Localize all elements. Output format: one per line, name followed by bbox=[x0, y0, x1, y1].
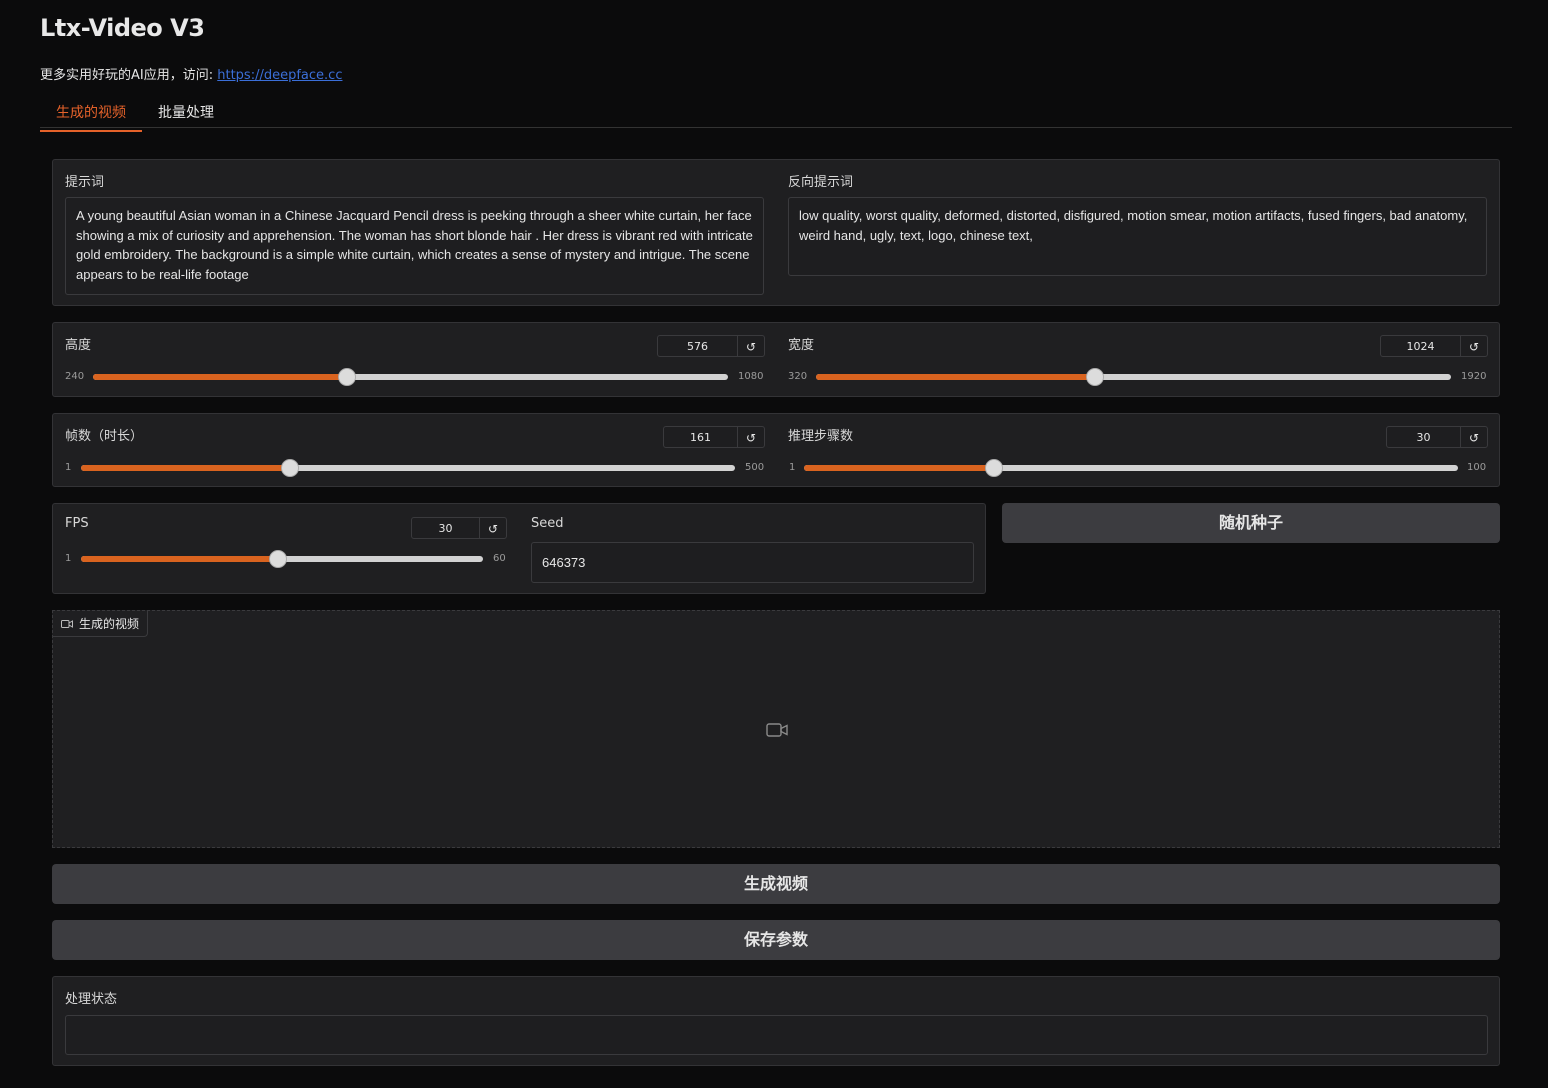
height-slider-thumb[interactable] bbox=[338, 368, 356, 386]
fps-number-input[interactable]: 30 ↺ bbox=[411, 517, 507, 539]
frames-slider[interactable] bbox=[81, 459, 735, 477]
frames-number-input[interactable]: 161 ↺ bbox=[663, 426, 765, 448]
width-label: 宽度 bbox=[788, 338, 815, 353]
tabs-divider bbox=[40, 127, 1512, 128]
width-number-input[interactable]: 1024 ↺ bbox=[1380, 335, 1488, 357]
generate-video-button[interactable]: 生成视频 bbox=[52, 864, 1500, 904]
width-reset-icon[interactable]: ↺ bbox=[1460, 336, 1487, 356]
height-label: 高度 bbox=[65, 338, 92, 353]
frames-max: 500 bbox=[745, 462, 765, 473]
width-min: 320 bbox=[788, 371, 808, 382]
steps-reset-icon[interactable]: ↺ bbox=[1460, 427, 1487, 447]
prompts-panel: 提示词 A young beautiful Asian woman in a C… bbox=[52, 159, 1500, 306]
fps-reset-icon[interactable]: ↺ bbox=[479, 518, 506, 538]
height-max: 1080 bbox=[738, 371, 764, 382]
video-camera-icon bbox=[61, 619, 73, 628]
steps-value[interactable]: 30 bbox=[1387, 427, 1460, 447]
fps-min: 1 bbox=[65, 553, 72, 564]
deepface-link[interactable]: https://deepface.cc bbox=[217, 68, 342, 83]
frames-slider-thumb[interactable] bbox=[281, 459, 300, 477]
steps-slider[interactable] bbox=[804, 459, 1458, 477]
frames-slider-fill bbox=[81, 465, 291, 471]
width-max: 1920 bbox=[1461, 371, 1487, 382]
height-min: 240 bbox=[65, 371, 85, 382]
width-slider[interactable] bbox=[816, 368, 1451, 386]
subtitle: 更多实用好玩的AI应用，访问: https://deepface.cc bbox=[40, 64, 342, 83]
steps-max: 100 bbox=[1467, 462, 1487, 473]
save-params-button[interactable]: 保存参数 bbox=[52, 920, 1500, 960]
video-output-area[interactable]: 生成的视频 bbox=[52, 610, 1500, 848]
fps-max: 60 bbox=[493, 553, 506, 564]
subtitle-text: 更多实用好玩的AI应用，访问: bbox=[40, 68, 218, 83]
height-reset-icon[interactable]: ↺ bbox=[737, 336, 764, 356]
status-label: 处理状态 bbox=[65, 992, 118, 1007]
app-title: Ltx-Video V3 bbox=[40, 14, 205, 42]
video-output-label: 生成的视频 bbox=[79, 617, 140, 631]
random-seed-button[interactable]: 随机种子 bbox=[1002, 503, 1500, 543]
frames-value[interactable]: 161 bbox=[664, 427, 737, 447]
fps-value[interactable]: 30 bbox=[412, 518, 479, 538]
fps-label: FPS bbox=[65, 516, 89, 531]
height-value[interactable]: 576 bbox=[658, 336, 737, 356]
height-number-input[interactable]: 576 ↺ bbox=[657, 335, 765, 357]
prompt-textarea[interactable]: A young beautiful Asian woman in a Chine… bbox=[65, 197, 764, 295]
prompt-label: 提示词 bbox=[65, 175, 105, 190]
fps-slider-thumb[interactable] bbox=[268, 550, 287, 568]
frames-reset-icon[interactable]: ↺ bbox=[737, 427, 764, 447]
fps-seed-panel: FPS 30 ↺ 1 60 Seed 646373 bbox=[52, 503, 986, 594]
width-slider-thumb[interactable] bbox=[1086, 368, 1105, 386]
width-slider-fill bbox=[816, 374, 1096, 380]
tab-batch-processing[interactable]: 批量处理 bbox=[158, 102, 214, 130]
size-panel: 高度 576 ↺ 240 1080 宽度 1024 ↺ 320 1920 bbox=[52, 322, 1500, 397]
height-slider-fill bbox=[93, 374, 347, 380]
negative-prompt-label: 反向提示词 bbox=[788, 175, 854, 190]
status-textbox[interactable] bbox=[65, 1015, 1488, 1055]
frames-label: 帧数（时长） bbox=[65, 429, 144, 444]
seed-label: Seed bbox=[531, 516, 564, 531]
video-output-tag: 生成的视频 bbox=[53, 611, 149, 637]
fps-slider-fill bbox=[81, 556, 278, 562]
width-value[interactable]: 1024 bbox=[1381, 336, 1460, 356]
steps-number-input[interactable]: 30 ↺ bbox=[1386, 426, 1488, 448]
fps-slider[interactable] bbox=[81, 550, 483, 568]
negative-prompt-textarea[interactable]: low quality, worst quality, deformed, di… bbox=[788, 197, 1487, 276]
steps-label: 推理步骤数 bbox=[788, 429, 854, 444]
steps-slider-thumb[interactable] bbox=[984, 459, 1003, 477]
height-slider[interactable] bbox=[93, 368, 728, 386]
steps-min: 1 bbox=[789, 462, 796, 473]
status-panel: 处理状态 bbox=[52, 976, 1500, 1066]
steps-slider-fill bbox=[804, 465, 994, 471]
frames-steps-panel: 帧数（时长） 161 ↺ 1 500 推理步骤数 30 ↺ 1 100 bbox=[52, 413, 1500, 487]
frames-min: 1 bbox=[65, 462, 72, 473]
seed-input[interactable]: 646373 bbox=[531, 542, 974, 583]
video-placeholder-icon bbox=[766, 723, 788, 737]
